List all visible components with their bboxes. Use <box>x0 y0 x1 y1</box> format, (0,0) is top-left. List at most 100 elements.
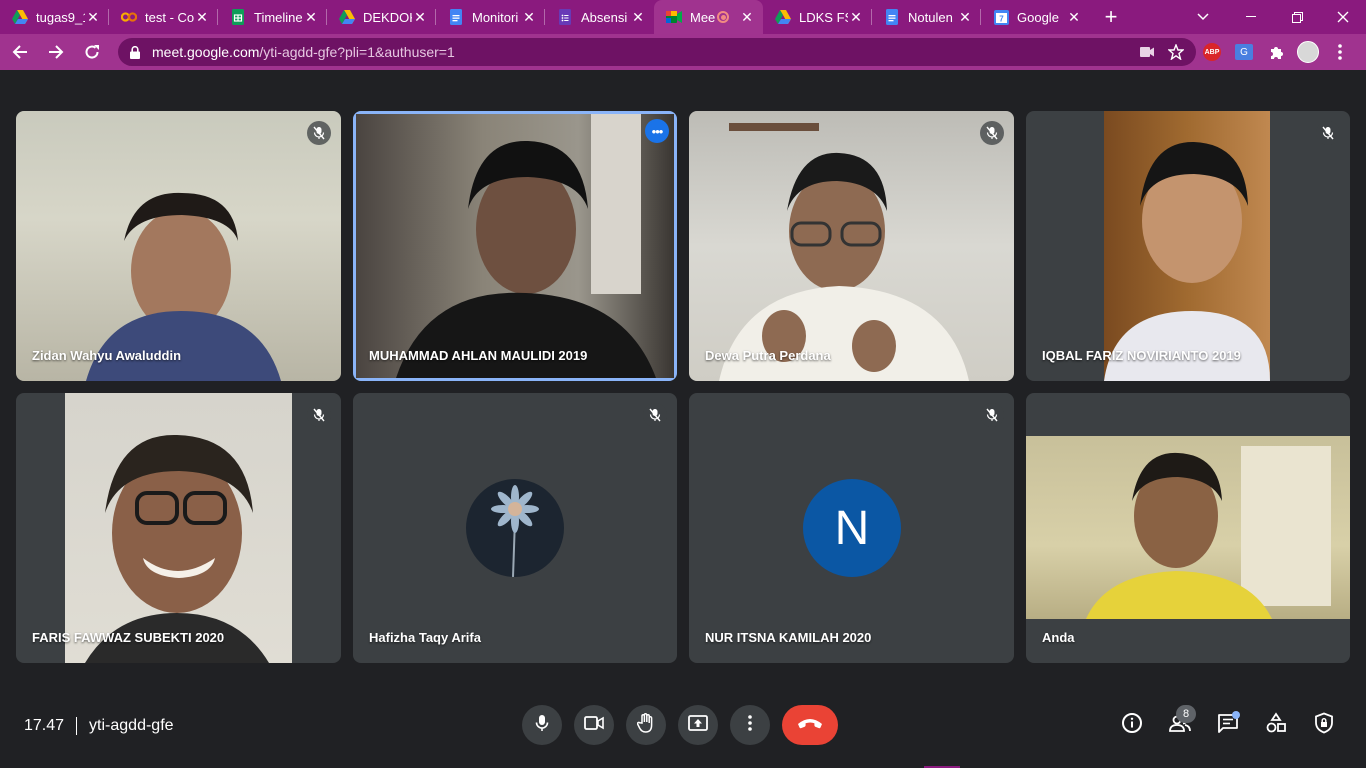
browser-tab[interactable]: 7 Google ✕ <box>981 0 1090 34</box>
meeting-controls-bar: 17.47 yti-agdd-gfe 8 <box>0 686 1366 768</box>
mic-off-icon <box>980 403 1004 427</box>
participant-tile-focused[interactable]: ••• MUHAMMAD AHLAN MAULIDI 2019 <box>353 111 677 381</box>
mic-off-icon <box>307 403 331 427</box>
forward-button[interactable] <box>40 36 72 68</box>
url-host: meet.google.com <box>152 44 260 60</box>
close-tab-icon[interactable]: ✕ <box>412 9 428 25</box>
browser-tab[interactable]: tugas9_1 ✕ <box>0 0 109 34</box>
close-tab-icon[interactable]: ✕ <box>739 9 755 25</box>
participant-tile[interactable]: Hafizha Taqy Arifa <box>353 393 677 663</box>
tab-title: Timeline <box>254 9 303 25</box>
close-tab-icon[interactable]: ✕ <box>303 9 319 25</box>
video-camera-icon <box>584 715 604 735</box>
end-call-icon <box>797 716 823 734</box>
google-drive-icon <box>775 9 791 25</box>
mic-off-icon <box>980 121 1004 145</box>
close-window-button[interactable] <box>1320 0 1366 34</box>
microphone-icon <box>535 714 549 737</box>
tab-title: Google <box>1017 9 1059 25</box>
google-translate-icon[interactable]: G <box>1228 36 1260 68</box>
participant-tile[interactable]: N NUR ITSNA KAMILAH 2020 <box>689 393 1014 663</box>
people-button[interactable]: 8 <box>1156 705 1204 745</box>
more-options-icon[interactable]: ••• <box>645 119 669 143</box>
raise-hand-button[interactable] <box>626 705 666 745</box>
mic-off-icon <box>307 121 331 145</box>
participant-avatar-initial: N <box>803 479 901 577</box>
participant-video <box>16 111 341 381</box>
bookmark-star-icon[interactable] <box>1168 44 1184 60</box>
participant-name: Dewa Putra Perdana <box>705 348 831 363</box>
tab-title: Mee <box>690 9 716 25</box>
close-tab-icon[interactable]: ✕ <box>521 9 537 25</box>
url-path: /yti-agdd-gfe?pli=1&authuser=1 <box>259 44 455 60</box>
tab-strip: tugas9_1 ✕ test - Co ✕ Timeline ✕ DEKDOK… <box>0 0 1366 34</box>
restore-window-button[interactable] <box>1274 0 1320 34</box>
people-count-badge: 8 <box>1176 705 1196 723</box>
google-forms-icon <box>557 9 573 25</box>
browser-tab[interactable]: test - Co ✕ <box>109 0 218 34</box>
participant-name: FARIS FAWWAZ SUBEKTI 2020 <box>32 630 225 645</box>
lock-icon[interactable] <box>130 45 140 59</box>
tab-title: tugas9_1 <box>36 9 85 25</box>
close-tab-icon[interactable]: ✕ <box>848 9 864 25</box>
browser-tab[interactable]: Notulen ✕ <box>872 0 981 34</box>
participant-tile[interactable]: FARIS FAWWAZ SUBEKTI 2020 <box>16 393 341 663</box>
host-controls-button[interactable] <box>1300 705 1348 745</box>
meeting-details-button[interactable] <box>1108 705 1156 745</box>
shield-lock-icon <box>1314 712 1334 739</box>
leave-call-button[interactable] <box>782 705 838 745</box>
participant-name: NUR ITSNA KAMILAH 2020 <box>705 630 872 645</box>
mic-off-icon <box>643 403 667 427</box>
close-tab-icon[interactable]: ✕ <box>957 9 973 25</box>
participant-name: MUHAMMAD AHLAN MAULIDI 2019 <box>369 348 588 363</box>
new-tab-button[interactable]: + <box>1096 0 1126 34</box>
browser-tab[interactable]: Absensi ✕ <box>545 0 654 34</box>
tab-title: Monitori <box>472 9 519 25</box>
colab-icon <box>121 9 137 25</box>
close-tab-icon[interactable]: ✕ <box>194 9 210 25</box>
tab-search-chevron-icon[interactable] <box>1188 0 1218 34</box>
reload-button[interactable] <box>76 36 108 68</box>
browser-tab[interactable]: Monitori ✕ <box>436 0 545 34</box>
browser-tab[interactable]: LDKS FS ✕ <box>763 0 872 34</box>
tab-title: Notulen <box>908 9 953 25</box>
adblock-plus-icon[interactable]: ABP <box>1196 36 1228 68</box>
more-options-button[interactable] <box>730 705 770 745</box>
self-view-tile[interactable]: Anda <box>1026 393 1350 663</box>
tab-title: DEKDOK <box>363 9 412 25</box>
browser-tab-active[interactable]: Mee ✕ <box>654 0 763 34</box>
camera-permission-icon[interactable] <box>1140 47 1154 57</box>
profile-avatar[interactable] <box>1292 36 1324 68</box>
participant-video <box>689 111 1014 381</box>
browser-menu-icon[interactable] <box>1324 36 1356 68</box>
present-screen-button[interactable] <box>678 705 718 745</box>
chat-button[interactable] <box>1204 705 1252 745</box>
participant-tile[interactable]: IQBAL FARIZ NOVIRIANTO 2019 <box>1026 111 1350 381</box>
participant-tile[interactable]: Dewa Putra Perdana <box>689 111 1014 381</box>
close-tab-icon[interactable]: ✕ <box>630 9 646 25</box>
participant-name: Zidan Wahyu Awaluddin <box>32 348 182 363</box>
address-bar[interactable]: meet.google.com/yti-agdd-gfe?pli=1&authu… <box>118 38 1196 66</box>
browser-tab[interactable]: DEKDOK ✕ <box>327 0 436 34</box>
extensions-puzzle-icon[interactable] <box>1260 36 1292 68</box>
browser-tab[interactable]: Timeline ✕ <box>218 0 327 34</box>
mic-off-icon <box>1316 121 1340 145</box>
camera-button[interactable] <box>574 705 614 745</box>
back-button[interactable] <box>4 36 36 68</box>
google-meet-icon <box>666 9 682 25</box>
microphone-button[interactable] <box>522 705 562 745</box>
minimize-window-button[interactable] <box>1228 0 1274 34</box>
recording-indicator-icon <box>717 11 729 23</box>
meeting-code[interactable]: yti-agdd-gfe <box>89 717 174 735</box>
self-video <box>1026 436 1350 619</box>
participant-video <box>356 114 674 378</box>
present-screen-icon <box>688 714 708 736</box>
close-tab-icon[interactable]: ✕ <box>1066 9 1082 25</box>
activities-button[interactable] <box>1252 705 1300 745</box>
google-drive-icon <box>339 9 355 25</box>
google-sheets-icon <box>230 9 246 25</box>
participant-grid: Zidan Wahyu Awaluddin ••• MUHAMMAD AHLAN… <box>0 70 1366 686</box>
browser-toolbar: meet.google.com/yti-agdd-gfe?pli=1&authu… <box>0 34 1366 70</box>
participant-tile[interactable]: Zidan Wahyu Awaluddin <box>16 111 341 381</box>
close-tab-icon[interactable]: ✕ <box>85 9 101 25</box>
